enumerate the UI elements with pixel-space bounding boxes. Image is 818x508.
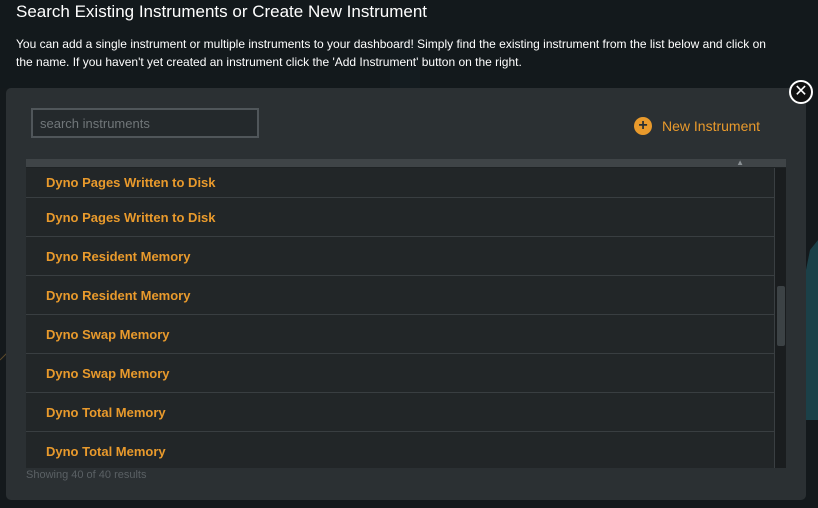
list-scrollbar[interactable] <box>774 168 786 468</box>
list-item[interactable]: Dyno Pages Written to Disk <box>26 198 774 237</box>
plus-circle-icon: + <box>634 117 652 135</box>
instrument-name: Dyno Pages Written to Disk <box>46 209 216 225</box>
close-icon: ✕ <box>794 83 808 100</box>
instrument-list: Dyno Pages Written to Disk Dyno Pages Wr… <box>26 168 774 468</box>
instrument-name: Dyno Resident Memory <box>46 248 191 264</box>
instrument-name: Dyno Total Memory <box>46 404 166 420</box>
list-item[interactable]: Dyno Resident Memory <box>26 276 774 315</box>
list-item[interactable]: Dyno Pages Written to Disk <box>26 168 774 198</box>
page-header: Search Existing Instruments or Create Ne… <box>0 0 818 88</box>
close-button[interactable]: ✕ <box>789 80 813 104</box>
search-input[interactable] <box>31 108 259 138</box>
new-instrument-label: New Instrument <box>662 118 761 134</box>
instrument-name: Dyno Total Memory <box>46 443 166 459</box>
page-description: You can add a single instrument or multi… <box>16 37 766 69</box>
list-item[interactable]: Dyno Total Memory <box>26 393 774 432</box>
list-item[interactable]: Dyno Swap Memory <box>26 315 774 354</box>
instrument-name: Dyno Swap Memory <box>46 365 170 381</box>
instrument-name: Dyno Swap Memory <box>46 326 170 342</box>
list-item[interactable]: Dyno Swap Memory <box>26 354 774 393</box>
page-title: Search Existing Instruments or Create Ne… <box>16 2 427 21</box>
results-count: Showing 40 of 40 results <box>26 469 147 481</box>
instrument-name: Dyno Pages Written to Disk <box>46 175 216 190</box>
scrollbar-thumb[interactable] <box>777 286 785 346</box>
sort-arrow-icon[interactable]: ▲ <box>736 158 744 167</box>
list-item[interactable]: Dyno Total Memory <box>26 432 774 468</box>
new-instrument-button[interactable]: + New Instrument <box>634 116 760 136</box>
instrument-name: Dyno Resident Memory <box>46 287 191 303</box>
list-header[interactable]: ▲ <box>26 158 786 168</box>
list-item[interactable]: Dyno Resident Memory <box>26 237 774 276</box>
instrument-modal: + New Instrument ▲ Dyno Pages Written to… <box>6 88 806 500</box>
